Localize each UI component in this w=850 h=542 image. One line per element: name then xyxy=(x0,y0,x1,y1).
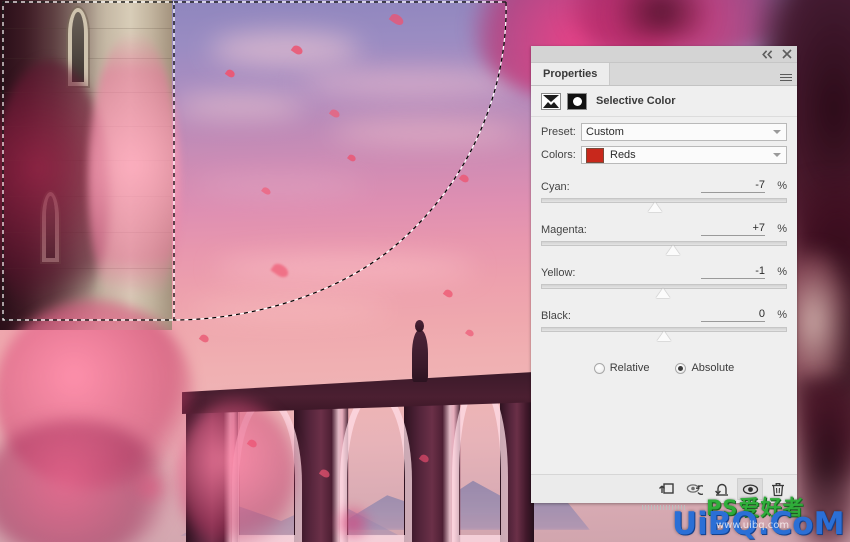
slider-track[interactable] xyxy=(541,241,787,246)
slider-track-wrap[interactable] xyxy=(541,197,787,215)
slider-value-field[interactable]: -7 xyxy=(701,179,765,193)
preset-value: Custom xyxy=(586,126,624,138)
blossom-cluster xyxy=(88,30,180,330)
cloud xyxy=(210,32,360,66)
reset-icon[interactable] xyxy=(709,478,735,500)
slider-unit: % xyxy=(777,309,787,321)
panel-footer-toolbar xyxy=(531,474,797,510)
toggle-layer-visibility-icon[interactable] xyxy=(737,478,763,500)
radio-absolute-dot[interactable] xyxy=(675,362,687,374)
slider-block: Black: 0% xyxy=(541,306,787,344)
foreground-foliage xyxy=(612,0,712,40)
figure-silhouette xyxy=(412,330,428,382)
slider-label: Cyan: xyxy=(541,181,570,193)
slider-knob[interactable] xyxy=(648,202,663,212)
radio-absolute[interactable]: Absolute xyxy=(675,362,734,374)
chevron-down-icon xyxy=(773,153,781,157)
slider-label: Magenta: xyxy=(541,224,587,236)
foreground-foliage xyxy=(792,380,850,542)
slider-value-field[interactable]: +7 xyxy=(701,222,765,236)
slider-value: -1 xyxy=(755,265,765,277)
slider-track-wrap[interactable] xyxy=(541,240,787,258)
slider-knob[interactable] xyxy=(665,245,680,255)
radio-relative-label: Relative xyxy=(609,362,650,374)
color-sliders: Cyan: -7% Magenta: +7% Yellow: -1% Black: 0% xyxy=(531,166,797,344)
slider-track[interactable] xyxy=(541,198,787,203)
slider-header: Cyan: -7% xyxy=(541,177,787,193)
selective-color-thumbnail-icon[interactable] xyxy=(541,92,561,110)
foreground-highlight xyxy=(790,250,850,380)
cloud xyxy=(195,175,365,195)
figure-head xyxy=(415,320,424,332)
slider-block: Magenta: +7% xyxy=(541,220,787,258)
panel-resize-grip[interactable] xyxy=(642,505,686,510)
colors-swatch xyxy=(586,147,604,163)
panel-titlebar xyxy=(531,46,797,63)
colors-dropdown[interactable]: Reds xyxy=(581,146,787,164)
slider-unit: % xyxy=(777,266,787,278)
cloud xyxy=(175,95,305,117)
preset-row: Preset: Custom xyxy=(531,121,797,143)
slider-value: +7 xyxy=(752,222,765,234)
slider-value-field[interactable]: -1 xyxy=(701,265,765,279)
cloud xyxy=(300,70,520,96)
slider-value: -7 xyxy=(755,179,765,191)
radio-relative[interactable]: Relative xyxy=(593,362,650,374)
panel-menu-icon[interactable] xyxy=(775,63,797,85)
colors-row: Colors: Reds xyxy=(531,144,797,166)
layer-mask-thumbnail-icon[interactable] xyxy=(567,92,587,110)
slider-knob[interactable] xyxy=(655,288,670,298)
view-previous-state-icon[interactable] xyxy=(681,478,707,500)
slider-header: Magenta: +7% xyxy=(541,220,787,236)
slider-header: Yellow: -1% xyxy=(541,263,787,279)
colors-label: Colors: xyxy=(541,149,576,161)
preset-dropdown[interactable]: Custom xyxy=(581,123,787,141)
radio-relative-dot[interactable] xyxy=(593,362,605,374)
cloud xyxy=(330,120,520,144)
clip-to-layer-icon[interactable] xyxy=(653,478,679,500)
slider-block: Cyan: -7% xyxy=(541,177,787,215)
preset-label: Preset: xyxy=(541,126,576,138)
screenshot-root: Properties Selective Color Preset: Custo… xyxy=(0,0,850,542)
delete-adjustment-layer-icon[interactable] xyxy=(765,478,791,500)
tab-properties[interactable]: Properties xyxy=(531,63,611,85)
collapse-panel-icon[interactable] xyxy=(762,49,773,59)
properties-panel[interactable]: Properties Selective Color Preset: Custo… xyxy=(531,46,797,510)
slider-unit: % xyxy=(777,180,787,192)
panel-tabstrip: Properties xyxy=(531,63,797,86)
colors-value: Reds xyxy=(610,149,636,161)
brick-line xyxy=(0,28,172,29)
chevron-down-icon xyxy=(773,130,781,134)
adjustment-header: Selective Color xyxy=(531,86,797,117)
slider-block: Yellow: -1% xyxy=(541,263,787,301)
slider-unit: % xyxy=(777,223,787,235)
cloud xyxy=(190,300,390,318)
cloud xyxy=(215,255,475,281)
close-panel-icon[interactable] xyxy=(782,49,792,59)
slider-value-field[interactable]: 0 xyxy=(701,308,765,322)
adjustment-title: Selective Color xyxy=(596,95,676,107)
slider-track-wrap[interactable] xyxy=(541,326,787,344)
slider-label: Yellow: xyxy=(541,267,576,279)
tab-properties-label: Properties xyxy=(543,68,598,80)
method-radio-group: Relative Absolute xyxy=(531,362,797,374)
radio-absolute-label: Absolute xyxy=(691,362,735,374)
slider-label: Black: xyxy=(541,310,571,322)
slider-knob[interactable] xyxy=(657,331,671,341)
tabstrip-filler xyxy=(610,63,775,85)
slider-track-wrap[interactable] xyxy=(541,283,787,301)
blossom-cluster xyxy=(176,400,296,542)
slider-header: Black: 0% xyxy=(541,306,787,322)
